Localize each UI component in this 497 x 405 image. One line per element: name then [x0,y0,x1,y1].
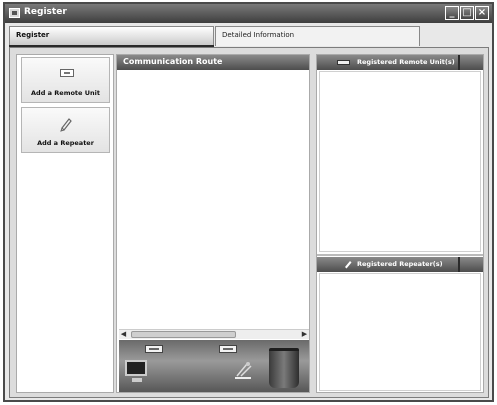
registered-repeaters-list[interactable] [319,273,481,391]
scroll-right-icon[interactable]: ▶ [300,330,309,339]
tab-detailed-information[interactable]: Detailed Information [215,26,420,46]
repeater-icon[interactable] [231,358,255,382]
pencil-icon [60,118,72,132]
panel-divider[interactable] [317,254,483,256]
add-remote-unit-button[interactable]: Add a Remote Unit [21,57,110,103]
window-title: Register [24,7,67,17]
close-button[interactable]: × [475,6,489,20]
pencil-icon [345,261,352,269]
communication-route-title: Communication Route [117,55,309,70]
remote-unit-icon [60,69,74,77]
maximize-button[interactable]: □ [460,6,474,20]
register-window: Register _ □ × Register Detailed Informa… [3,2,494,402]
communication-route-panel: Communication Route ◀ ▶ [116,54,310,393]
device-tray [119,340,309,392]
header-separator [458,257,460,272]
minimize-button[interactable]: _ [445,6,459,20]
tool-palette: Add a Remote Unit Add a Repeater [16,54,114,393]
registered-repeaters-title: Registered Repeater(s) [357,260,443,268]
registered-devices-panel: Registered Remote Unit(s) Registered Rep… [316,54,484,393]
add-repeater-label: Add a Repeater [37,139,94,147]
tab-strip: Register Detailed Information [9,26,489,47]
title-bar[interactable]: Register _ □ × [5,4,492,23]
tab-content: Add a Remote Unit Add a Repeater Communi… [9,47,489,398]
tab-register[interactable]: Register [9,26,214,46]
horizontal-scrollbar[interactable]: ◀ ▶ [119,329,309,339]
registered-repeaters-header: Registered Repeater(s) [317,257,483,272]
scroll-left-icon[interactable]: ◀ [119,330,128,339]
registered-remote-units-header: Registered Remote Unit(s) [317,55,483,70]
trash-icon[interactable] [269,348,299,388]
app-icon [9,8,20,18]
add-repeater-button[interactable]: Add a Repeater [21,107,110,153]
remote-unit-tag-icon [145,345,163,353]
scroll-thumb[interactable] [131,331,236,338]
add-remote-unit-label: Add a Remote Unit [31,89,100,97]
repeater-tag-icon [219,345,237,353]
registered-remote-units-title: Registered Remote Unit(s) [357,58,455,66]
header-separator [458,55,460,70]
registered-remote-units-list[interactable] [319,71,481,252]
pc-icon[interactable] [125,360,147,382]
remote-unit-icon [337,60,350,65]
